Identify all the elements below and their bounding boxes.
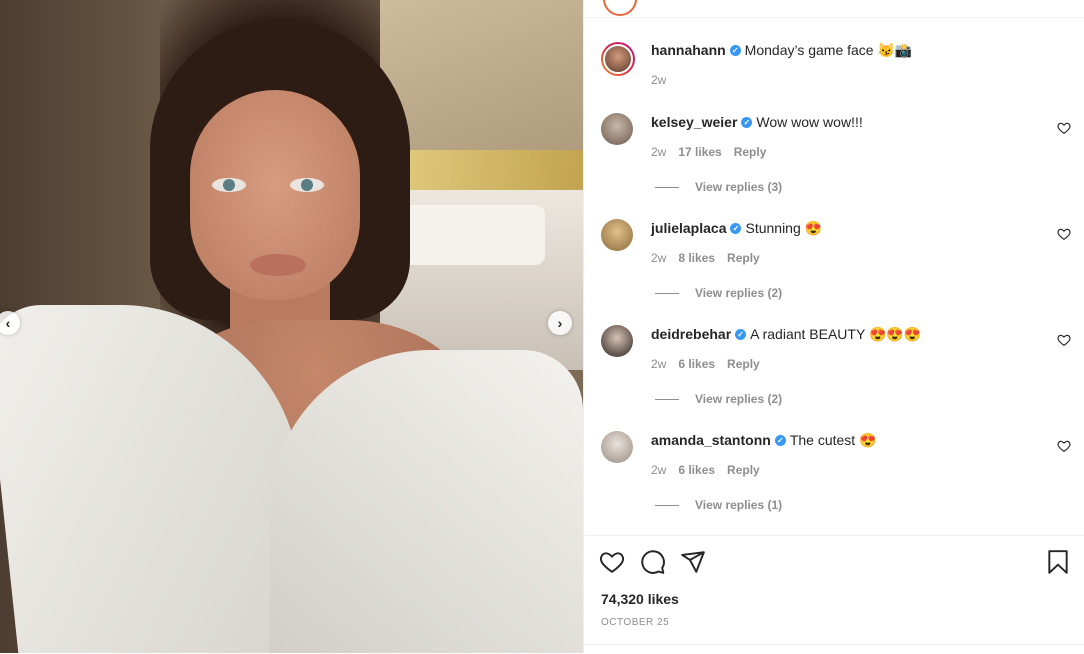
comment-meta: 2w 17 likes Reply — [651, 145, 778, 159]
likes-count[interactable]: 74,320 likes — [601, 591, 679, 607]
author-avatar[interactable] — [601, 42, 635, 76]
action-bar: 74,320 likes OCTOBER 25 — [584, 535, 1084, 654]
comment-text: A radiant BEAUTY 😍😍😍 — [750, 326, 922, 342]
caption-text: Monday’s game face 😼📸 — [744, 42, 913, 58]
caption-line: hannahann ✓ Monday’s game face 😼📸 — [651, 41, 912, 59]
verified-badge-icon: ✓ — [730, 222, 742, 234]
divider — [655, 398, 679, 400]
comment-username[interactable]: kelsey_weier — [651, 114, 737, 130]
post-date: OCTOBER 25 — [601, 617, 670, 628]
heart-icon[interactable] — [1057, 227, 1071, 241]
heart-icon[interactable] — [1057, 121, 1071, 135]
view-replies-button[interactable]: View replies (2) — [655, 392, 782, 406]
comment-time: 2w — [651, 463, 667, 477]
caption-meta: 2w — [651, 73, 678, 87]
comment-username[interactable]: deidrebehar — [651, 326, 731, 342]
comment-line: kelsey_weier ✓ Wow wow wow!!! — [651, 113, 863, 131]
comment-time: 2w — [651, 145, 667, 159]
view-replies-label[interactable]: View replies (2) — [695, 286, 782, 300]
post-photo[interactable] — [0, 0, 583, 653]
verified-badge-icon: ✓ — [729, 44, 741, 56]
comment-text: The cutest 😍 — [789, 432, 877, 448]
comment-text: Stunning 😍 — [745, 220, 823, 236]
avatar[interactable] — [601, 325, 633, 357]
view-replies-label[interactable]: View replies (1) — [695, 498, 782, 512]
comment-line: amanda_stantonn ✓ The cutest 😍 — [651, 431, 877, 449]
verified-badge-icon: ✓ — [735, 328, 747, 340]
author-username[interactable]: hannahann — [651, 42, 726, 58]
photo-pillow — [395, 205, 545, 265]
comments-panel: hannahann ✓ Monday’s game face 😼📸 2w kelse… — [583, 0, 1084, 653]
verified-badge-icon: ✓ — [741, 116, 753, 128]
comment-likes[interactable]: 6 likes — [678, 357, 715, 371]
photo-robe-right — [270, 350, 583, 653]
avatar[interactable] — [601, 113, 633, 145]
reply-button[interactable]: Reply — [727, 463, 760, 477]
comment-text: Wow wow wow!!! — [756, 114, 863, 130]
divider — [655, 186, 679, 188]
photo-right-eye — [290, 178, 324, 192]
comment-time: 2w — [651, 251, 667, 265]
chevron-right-icon[interactable]: › — [548, 311, 572, 335]
avatar[interactable] — [601, 219, 633, 251]
reply-button[interactable]: Reply — [727, 251, 760, 265]
photo-lamp-light — [395, 150, 583, 190]
heart-icon[interactable] — [1057, 333, 1071, 347]
comment-line: deidrebehar ✓ A radiant BEAUTY 😍😍😍 — [651, 325, 921, 343]
bookmark-icon[interactable] — [1045, 549, 1071, 575]
view-replies-button[interactable]: View replies (2) — [655, 286, 782, 300]
comment-likes[interactable]: 6 likes — [678, 463, 715, 477]
comment-likes[interactable]: 8 likes — [678, 251, 715, 265]
photo-lips — [250, 254, 306, 276]
reply-button[interactable]: Reply — [734, 145, 767, 159]
divider — [655, 504, 679, 506]
divider — [584, 644, 1084, 645]
panel-header — [584, 0, 1084, 18]
comment-line: julielaplaca ✓ Stunning 😍 — [651, 219, 822, 237]
comment-likes[interactable]: 17 likes — [678, 145, 721, 159]
comment-meta: 2w 6 likes Reply — [651, 357, 772, 371]
comment-icon[interactable] — [640, 549, 666, 575]
verified-badge-icon: ✓ — [774, 434, 786, 446]
header-avatar-ring[interactable] — [603, 0, 637, 16]
view-replies-label[interactable]: View replies (2) — [695, 392, 782, 406]
comment-meta: 2w 8 likes Reply — [651, 251, 772, 265]
comment-username[interactable]: amanda_stantonn — [651, 432, 771, 448]
photo-left-eye — [212, 178, 246, 192]
view-replies-button[interactable]: View replies (1) — [655, 498, 782, 512]
divider — [655, 292, 679, 294]
paper-plane-icon[interactable] — [680, 549, 706, 575]
comment-meta: 2w 6 likes Reply — [651, 463, 772, 477]
comment-time: 2w — [651, 357, 667, 371]
heart-icon[interactable] — [599, 549, 625, 575]
avatar[interactable] — [601, 431, 633, 463]
view-replies-button[interactable]: View replies (3) — [655, 180, 782, 194]
reply-button[interactable]: Reply — [727, 357, 760, 371]
caption-time: 2w — [651, 73, 667, 87]
heart-icon[interactable] — [1057, 439, 1071, 453]
view-replies-label[interactable]: View replies (3) — [695, 180, 782, 194]
comment-username[interactable]: julielaplaca — [651, 220, 726, 236]
